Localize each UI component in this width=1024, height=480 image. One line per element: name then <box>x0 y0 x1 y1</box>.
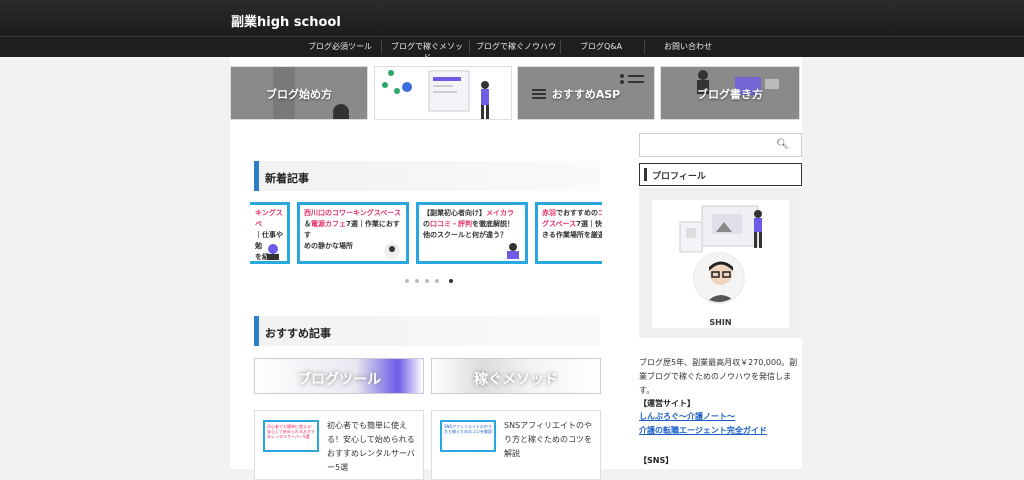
post-card[interactable]: 【副業初心者向け】メイカラ の口コミ・評判を徹底解説！ 他のスクールと何が違う？ <box>416 202 528 264</box>
search-box[interactable]: 🔍︎ <box>639 133 802 157</box>
nav-separator <box>469 40 470 54</box>
nav-separator <box>644 40 645 54</box>
recommended-button-earn-method[interactable]: 稼ぐメソッド <box>431 358 601 394</box>
banner-recommended-asp[interactable]: おすすめASP <box>517 66 655 120</box>
card-text-highlight: メイカラ <box>486 209 514 217</box>
recommended-card[interactable]: 初心者でも簡単に使える！安心して始められるおすすめレンタルサーバー5選 初心者で… <box>254 410 424 480</box>
card-text-highlight: 赤羽 <box>542 209 556 217</box>
sites-heading: 【運営サイト】 <box>639 399 695 408</box>
post-title: 初心者でも簡単に使える！安心して始められるおすすめレンタルサーバー5選 <box>327 421 415 472</box>
sns-heading: 【SNS】 <box>639 456 674 465</box>
button-label: ブログツール <box>297 372 381 388</box>
post-card[interactable]: キングスペ ｜仕事や勉 を紹介！ <box>250 202 290 264</box>
card-text-highlight: グスペース <box>542 220 577 228</box>
card-text: 他のスクールと何が違う？ <box>423 231 507 239</box>
search-icon[interactable]: 🔍︎ <box>776 139 789 150</box>
card-text: でおすすめの <box>556 209 598 217</box>
post-card[interactable]: 西川口のコワーキングスペース ＆電源カフェ7選｜作業におすす めの静かな場所 <box>297 202 409 264</box>
nav-item-blog-knowhow[interactable]: ブログで稼ぐノウハウ <box>475 41 557 52</box>
card-text: を徹底解説！ <box>472 220 514 228</box>
card-text-highlight: 電源カフェ <box>311 220 346 228</box>
carousel-dot-active[interactable] <box>449 279 453 283</box>
global-nav: ブログ必須ツール ブログで稼ぐメソッド ブログで稼ぐノウハウ ブログQ&A お問… <box>0 36 1024 62</box>
person-illustration-icon <box>507 243 519 259</box>
carousel-dot[interactable] <box>435 279 439 283</box>
card-text: の <box>423 220 430 228</box>
nav-separator <box>381 40 382 54</box>
profile-bio: ブログ歴5年、副業最高月収￥270,000。副業ブログで稼ぐためのノウハウを発信… <box>639 358 798 395</box>
site-header: 副業high school <box>0 0 1024 36</box>
section-title: 新着記事 <box>265 172 309 185</box>
card-text: めの静かな場所 <box>304 242 353 250</box>
carousel-dot[interactable] <box>405 279 409 283</box>
new-posts-carousel: キングスペ ｜仕事や勉 を紹介！ 西川口のコワーキングスペース ＆電源カフェ7選… <box>250 200 602 268</box>
site-link-kaigo-agent[interactable]: 介護の転職エージェント完全ガイド <box>639 424 767 438</box>
post-card[interactable]: 赤羽でおすすめのコ グスペース7選｜快 きる作業場所を厳選 <box>535 202 602 264</box>
person-illustration-icon <box>384 243 400 259</box>
card-text-highlight: コ <box>598 209 602 217</box>
card-text: 【副業初心者向け】 <box>423 209 486 217</box>
site-link-kaigo-note[interactable]: しんぶろぐ〜介護ノート〜 <box>639 410 735 424</box>
recommended-button-blog-tools[interactable]: ブログツール <box>254 358 424 394</box>
banner-blog-writing[interactable]: ブログ書き方 <box>660 66 800 120</box>
avatar <box>693 252 745 304</box>
profile-card: SHIN <box>639 188 802 338</box>
card-text: 7選｜快 <box>576 220 602 228</box>
profile-heading-label: プロフィール <box>652 172 706 182</box>
button-label: 稼ぐメソッド <box>474 372 558 388</box>
banner-illustration[interactable] <box>374 66 512 120</box>
card-text: きる作業場所を厳選 <box>542 231 602 239</box>
recommended-card[interactable]: SNSアフィリエイトのやり方と稼ぐためのコツを解説 SNSアフィリエイトのやり方… <box>431 410 601 480</box>
card-text-highlight: キングスペ <box>255 209 283 228</box>
banner-label: ブログ書き方 <box>697 88 763 101</box>
nav-item-blog-tools[interactable]: ブログ必須ツール <box>305 41 375 52</box>
post-title: SNSアフィリエイトのやり方と稼ぐためのコツを解説 <box>504 421 592 458</box>
section-title: おすすめ記事 <box>265 327 331 340</box>
carousel-dot[interactable] <box>425 279 429 283</box>
web-illustration-icon <box>382 70 489 119</box>
post-thumbnail: SNSアフィリエイトのやり方と稼ぐためのコツを解説 <box>440 420 496 452</box>
banner-label: ブログ始め方 <box>266 88 332 101</box>
banner-label: おすすめASP <box>551 88 621 101</box>
profile-name: SHIN <box>709 318 732 327</box>
person-illustration-icon <box>267 244 279 260</box>
nav-item-contact[interactable]: お問い合わせ <box>656 41 720 52</box>
card-text-highlight: 口コミ・評判 <box>430 220 472 228</box>
card-text-highlight: 西川口のコワーキングスペース <box>304 209 401 217</box>
recommended-heading: おすすめ記事 <box>254 316 600 346</box>
carousel-dot[interactable] <box>415 279 419 283</box>
card-text: ＆ <box>304 220 311 228</box>
site-title[interactable]: 副業high school <box>231 11 341 30</box>
post-thumbnail: 初心者でも簡単に使える！安心して始められるおすすめレンタルサーバー5選 <box>263 420 319 452</box>
banner-blog-start[interactable]: ブログ始め方 <box>230 66 368 120</box>
new-posts-heading: 新着記事 <box>254 161 600 191</box>
nav-item-blog-qa[interactable]: ブログQ&A <box>570 41 632 52</box>
nav-separator <box>560 40 561 54</box>
profile-heading: プロフィール <box>639 163 802 186</box>
